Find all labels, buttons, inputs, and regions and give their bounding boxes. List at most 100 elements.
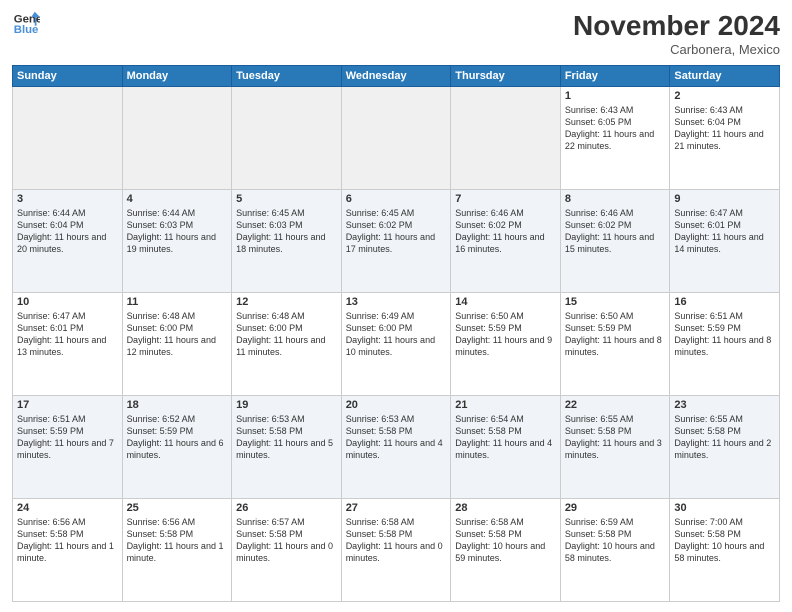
day-cell: 7Sunrise: 6:46 AM Sunset: 6:02 PM Daylig…: [451, 190, 561, 293]
day-number: 13: [346, 296, 447, 308]
day-info: Sunrise: 6:55 AM Sunset: 5:58 PM Dayligh…: [565, 413, 666, 462]
day-info: Sunrise: 6:44 AM Sunset: 6:04 PM Dayligh…: [17, 207, 118, 256]
day-number: 5: [236, 193, 337, 205]
col-header-sunday: Sunday: [13, 66, 123, 87]
day-info: Sunrise: 7:00 AM Sunset: 5:58 PM Dayligh…: [674, 516, 775, 565]
day-number: 4: [127, 193, 228, 205]
day-number: 6: [346, 193, 447, 205]
day-info: Sunrise: 6:51 AM Sunset: 5:59 PM Dayligh…: [17, 413, 118, 462]
day-cell: 5 Sunrise: 6:45 AM Sunset: 6:03 PM Daylig…: [232, 190, 342, 293]
day-cell: 13 Sunrise: 6:49 AM Sunset: 6:00 PM Dayli…: [341, 293, 451, 396]
day-number: 25: [127, 502, 228, 514]
day-number: 30: [674, 502, 775, 514]
day-number: 20: [346, 399, 447, 411]
day-cell: 29 Sunrise: 6:59 AM Sunset: 5:58 PM Dayli…: [560, 499, 670, 602]
day-number: 19: [236, 399, 337, 411]
month-title: November 2024: [573, 10, 780, 42]
day-info: Sunrise: 6:44 AM Sunset: 6:03 PM Dayligh…: [127, 207, 228, 256]
day-cell: 20Sunrise: 6:53 AM Sunset: 5:58 PM Dayli…: [341, 396, 451, 499]
day-cell: 19 Sunrise: 6:53 AM Sunset: 5:58 PM Dayli…: [232, 396, 342, 499]
day-number: 9: [674, 193, 775, 205]
day-cell: 23 Sunrise: 6:55 AM Sunset: 5:58 PM Dayli…: [670, 396, 780, 499]
col-header-friday: Friday: [560, 66, 670, 87]
header-row: SundayMondayTuesdayWednesdayThursdayFrid…: [13, 66, 780, 87]
week-row-5: 24 Sunrise: 6:56 AM Sunset: 5:58 PM Dayli…: [13, 499, 780, 602]
day-number: 10: [17, 296, 118, 308]
day-info: Sunrise: 6:48 AM Sunset: 6:00 PM Dayligh…: [127, 310, 228, 359]
week-row-4: 17 Sunrise: 6:51 AM Sunset: 5:59 PM Dayli…: [13, 396, 780, 499]
location: Carbonera, Mexico: [573, 42, 780, 57]
col-header-tuesday: Tuesday: [232, 66, 342, 87]
day-cell: [13, 87, 123, 190]
day-info: Sunrise: 6:53 AM Sunset: 5:58 PM Dayligh…: [236, 413, 337, 462]
day-cell: 1Sunrise: 6:43 AM Sunset: 6:05 PM Daylig…: [560, 87, 670, 190]
day-info: Sunrise: 6:56 AM Sunset: 5:58 PM Dayligh…: [127, 516, 228, 565]
col-header-saturday: Saturday: [670, 66, 780, 87]
day-number: 22: [565, 399, 666, 411]
day-number: 16: [674, 296, 775, 308]
title-block: November 2024 Carbonera, Mexico: [573, 10, 780, 57]
day-info: Sunrise: 6:54 AM Sunset: 5:58 PM Dayligh…: [455, 413, 556, 462]
day-info: Sunrise: 6:50 AM Sunset: 5:59 PM Dayligh…: [565, 310, 666, 359]
day-number: 2: [674, 90, 775, 102]
day-cell: 17 Sunrise: 6:51 AM Sunset: 5:59 PM Dayli…: [13, 396, 123, 499]
day-info: Sunrise: 6:58 AM Sunset: 5:58 PM Dayligh…: [346, 516, 447, 565]
day-cell: 18Sunrise: 6:52 AM Sunset: 5:59 PM Dayli…: [122, 396, 232, 499]
day-number: 14: [455, 296, 556, 308]
day-cell: 10 Sunrise: 6:47 AM Sunset: 6:01 PM Dayli…: [13, 293, 123, 396]
day-number: 27: [346, 502, 447, 514]
col-header-thursday: Thursday: [451, 66, 561, 87]
day-info: Sunrise: 6:57 AM Sunset: 5:58 PM Dayligh…: [236, 516, 337, 565]
day-info: Sunrise: 6:55 AM Sunset: 5:58 PM Dayligh…: [674, 413, 775, 462]
day-info: Sunrise: 6:48 AM Sunset: 6:00 PM Dayligh…: [236, 310, 337, 359]
week-row-2: 3 Sunrise: 6:44 AM Sunset: 6:04 PM Daylig…: [13, 190, 780, 293]
day-cell: 24Sunrise: 6:56 AM Sunset: 5:58 PM Dayli…: [13, 499, 123, 602]
day-info: Sunrise: 6:45 AM Sunset: 6:02 PM Dayligh…: [346, 207, 447, 256]
logo-icon: General Blue: [12, 10, 40, 38]
day-number: 29: [565, 502, 666, 514]
col-header-monday: Monday: [122, 66, 232, 87]
col-header-wednesday: Wednesday: [341, 66, 451, 87]
day-cell: 15 Sunrise: 6:50 AM Sunset: 5:59 PM Dayli…: [560, 293, 670, 396]
day-cell: 22 Sunrise: 6:55 AM Sunset: 5:58 PM Dayli…: [560, 396, 670, 499]
day-number: 28: [455, 502, 556, 514]
day-number: 23: [674, 399, 775, 411]
day-cell: 9Sunrise: 6:47 AM Sunset: 6:01 PM Daylig…: [670, 190, 780, 293]
header: General Blue November 2024 Carbonera, Me…: [12, 10, 780, 57]
day-cell: 26Sunrise: 6:57 AM Sunset: 5:58 PM Dayli…: [232, 499, 342, 602]
day-info: Sunrise: 6:59 AM Sunset: 5:58 PM Dayligh…: [565, 516, 666, 565]
day-info: Sunrise: 6:52 AM Sunset: 5:59 PM Dayligh…: [127, 413, 228, 462]
day-cell: 3 Sunrise: 6:44 AM Sunset: 6:04 PM Daylig…: [13, 190, 123, 293]
day-info: Sunrise: 6:43 AM Sunset: 6:04 PM Dayligh…: [674, 104, 775, 153]
day-info: Sunrise: 6:43 AM Sunset: 6:05 PM Dayligh…: [565, 104, 666, 153]
page: General Blue November 2024 Carbonera, Me…: [0, 0, 792, 612]
day-number: 8: [565, 193, 666, 205]
day-cell: 2 Sunrise: 6:43 AM Sunset: 6:04 PM Daylig…: [670, 87, 780, 190]
week-row-1: 1Sunrise: 6:43 AM Sunset: 6:05 PM Daylig…: [13, 87, 780, 190]
day-cell: 6 Sunrise: 6:45 AM Sunset: 6:02 PM Daylig…: [341, 190, 451, 293]
day-cell: 8 Sunrise: 6:46 AM Sunset: 6:02 PM Daylig…: [560, 190, 670, 293]
day-number: 24: [17, 502, 118, 514]
day-info: Sunrise: 6:51 AM Sunset: 5:59 PM Dayligh…: [674, 310, 775, 359]
day-info: Sunrise: 6:47 AM Sunset: 6:01 PM Dayligh…: [17, 310, 118, 359]
day-cell: 21 Sunrise: 6:54 AM Sunset: 5:58 PM Dayli…: [451, 396, 561, 499]
day-cell: 16 Sunrise: 6:51 AM Sunset: 5:59 PM Dayli…: [670, 293, 780, 396]
svg-text:Blue: Blue: [14, 24, 39, 36]
day-cell: 25 Sunrise: 6:56 AM Sunset: 5:58 PM Dayli…: [122, 499, 232, 602]
day-cell: [451, 87, 561, 190]
day-info: Sunrise: 6:58 AM Sunset: 5:58 PM Dayligh…: [455, 516, 556, 565]
day-info: Sunrise: 6:46 AM Sunset: 6:02 PM Dayligh…: [565, 207, 666, 256]
day-info: Sunrise: 6:49 AM Sunset: 6:00 PM Dayligh…: [346, 310, 447, 359]
day-cell: [232, 87, 342, 190]
day-info: Sunrise: 6:45 AM Sunset: 6:03 PM Dayligh…: [236, 207, 337, 256]
day-cell: 27 Sunrise: 6:58 AM Sunset: 5:58 PM Dayli…: [341, 499, 451, 602]
day-cell: 14Sunrise: 6:50 AM Sunset: 5:59 PM Dayli…: [451, 293, 561, 396]
day-number: 17: [17, 399, 118, 411]
day-number: 7: [455, 193, 556, 205]
day-cell: 4 Sunrise: 6:44 AM Sunset: 6:03 PM Daylig…: [122, 190, 232, 293]
calendar-table: SundayMondayTuesdayWednesdayThursdayFrid…: [12, 65, 780, 602]
day-number: 21: [455, 399, 556, 411]
day-cell: [341, 87, 451, 190]
day-number: 15: [565, 296, 666, 308]
day-number: 3: [17, 193, 118, 205]
